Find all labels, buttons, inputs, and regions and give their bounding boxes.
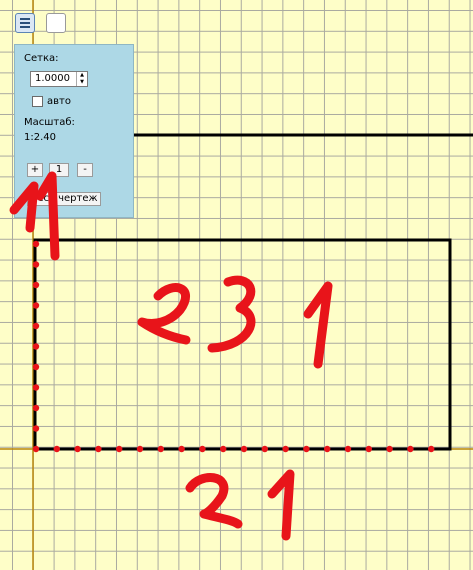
zoom-in-button[interactable]: + [27, 163, 43, 177]
auto-label: авто [47, 96, 71, 107]
scale-value: 1:2.40 [24, 132, 56, 143]
fit-whole-drawing-button[interactable]: Весь чертеж [27, 192, 101, 206]
zoom-reset-button[interactable]: 1 [49, 163, 69, 177]
menu-icon-bar [20, 22, 30, 24]
scale-label: Масштаб: [24, 117, 75, 128]
menu-button[interactable] [15, 13, 35, 33]
grid-label: Сетка: [24, 53, 59, 64]
secondary-button[interactable] [46, 13, 66, 33]
zoom-out-button[interactable]: - [77, 163, 93, 177]
menu-icon [20, 18, 30, 20]
drawn-rectangle[interactable] [33, 238, 452, 451]
spinner-arrows-icon[interactable]: ▲ ▼ [76, 72, 87, 86]
grid-size-spinner[interactable]: 1.0000 ▲ ▼ [30, 71, 88, 87]
grid-size-value: 1.0000 [35, 73, 70, 84]
settings-panel: Сетка: 1.0000 ▲ ▼ авто Масштаб: 1:2.40 + … [14, 44, 134, 218]
menu-icon-bar [20, 26, 30, 28]
auto-checkbox[interactable] [32, 96, 43, 107]
